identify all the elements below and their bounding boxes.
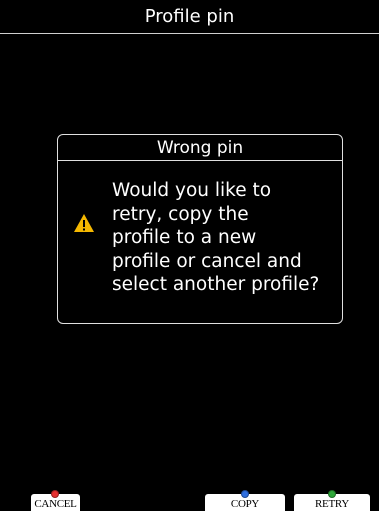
warning-icon	[74, 214, 94, 232]
cancel-button[interactable]: CANCEL	[31, 490, 80, 511]
dialog-header: Wrong pin	[58, 135, 342, 161]
title-bar: Profile pin	[0, 0, 379, 34]
cancel-button-label: CANCEL	[34, 498, 77, 510]
copy-button-label: COPY	[230, 498, 260, 510]
dialog-message: Would you like to retry, copy the profil…	[112, 180, 320, 295]
copy-button[interactable]: COPY	[205, 490, 285, 511]
retry-button[interactable]: RETRY	[294, 490, 370, 511]
page-title: Profile pin	[144, 6, 235, 27]
dialog-title: Wrong pin	[156, 138, 244, 158]
cancel-indicator-dot	[51, 490, 59, 498]
retry-button-label: RETRY	[315, 498, 349, 510]
copy-indicator-dot	[241, 490, 249, 498]
retry-indicator-dot	[328, 490, 336, 498]
wrong-pin-dialog: Wrong pin Would you like to retry, copy …	[57, 134, 343, 324]
